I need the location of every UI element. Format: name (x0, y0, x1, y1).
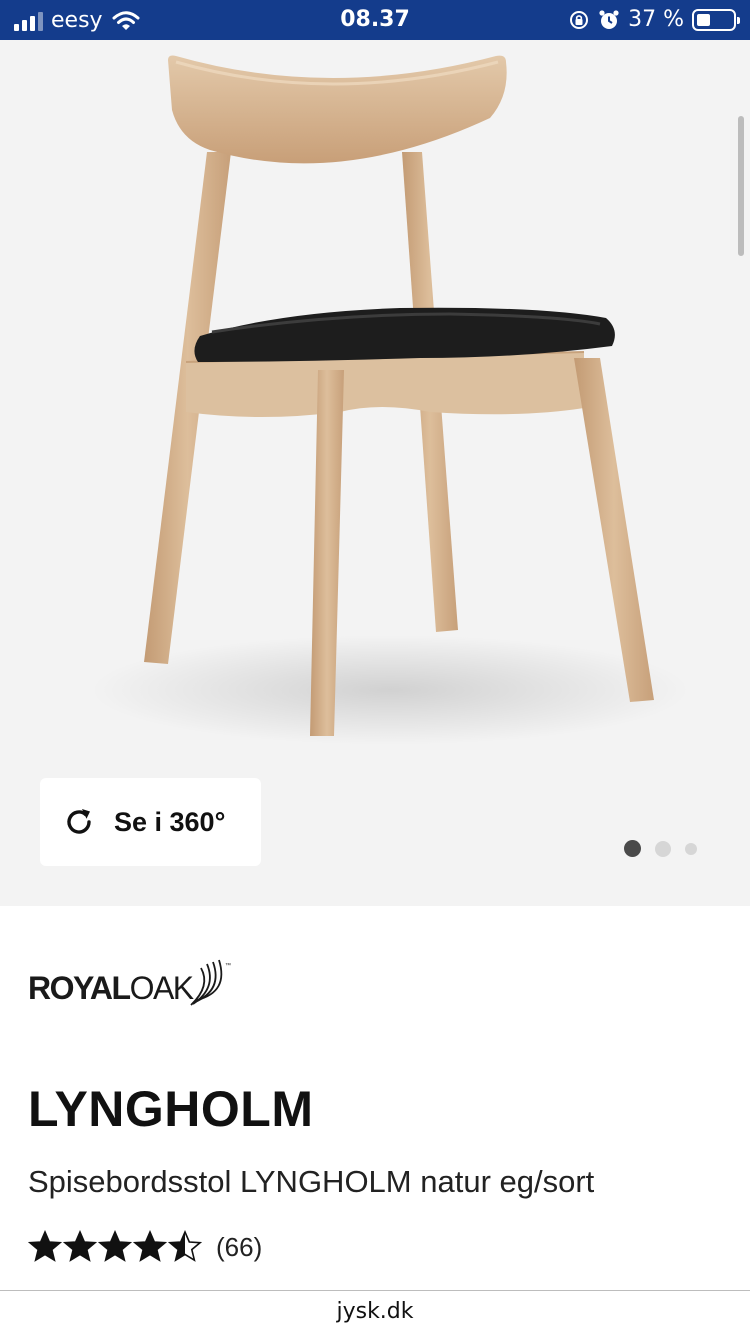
star-full-icon (98, 1230, 132, 1262)
product-rating[interactable]: (66) (28, 1230, 262, 1264)
star-full-icon (28, 1230, 62, 1262)
product-image-carousel[interactable]: Se i 360° (0, 40, 750, 906)
scroll-indicator[interactable] (738, 116, 744, 256)
carousel-dot-1[interactable] (624, 840, 641, 857)
view-360-button[interactable]: Se i 360° (40, 778, 261, 866)
carousel-pagination (624, 840, 697, 857)
brand-name: ROYALOAK (28, 970, 194, 1006)
brand-logo[interactable]: ROYALOAK ™ (28, 948, 233, 1008)
product-title: LYNGHOLM (28, 1081, 314, 1137)
carousel-dot-3[interactable] (685, 842, 697, 855)
product-photo (90, 55, 690, 745)
star-half-icon (168, 1230, 202, 1262)
alarm-icon (599, 9, 619, 29)
trademark-symbol: ™ (225, 962, 231, 969)
rotation-lock-icon (570, 10, 589, 29)
battery-percent: 37 % (628, 7, 684, 32)
star-full-icon (133, 1230, 167, 1262)
view-360-label: Se i 360° (114, 806, 226, 837)
battery-icon (692, 8, 740, 31)
review-count: (66) (216, 1231, 263, 1262)
star-full-icon (63, 1230, 97, 1262)
rating-stars (28, 1230, 202, 1264)
rotate-icon (67, 809, 91, 834)
browser-url-bar[interactable]: jysk.dk (0, 1290, 750, 1334)
url-text: jysk.dk (336, 1299, 414, 1324)
status-right: 37 % (568, 7, 740, 32)
carousel-dot-2[interactable] (655, 840, 671, 857)
status-bar: eesy 08.37 37 % (0, 0, 750, 40)
product-subtitle: Spisebordsstol LYNGHOLM natur eg/sort (28, 1164, 595, 1199)
brand-mark-icon: ™ (190, 959, 231, 1006)
